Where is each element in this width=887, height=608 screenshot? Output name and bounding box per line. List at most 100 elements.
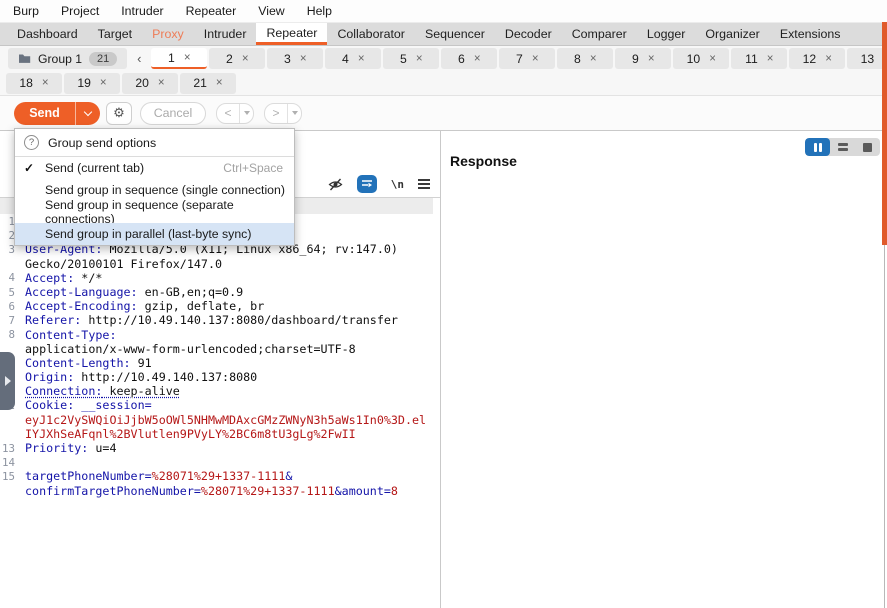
tab-organizer[interactable]: Organizer xyxy=(695,23,769,45)
repeater-tab-12[interactable]: 12× xyxy=(789,48,845,69)
repeater-tab-18[interactable]: 18× xyxy=(6,73,62,94)
line-number: 5 xyxy=(0,286,18,299)
repeater-tab-6[interactable]: 6× xyxy=(441,48,497,69)
forward-button[interactable]: > xyxy=(264,103,302,124)
scrollbar-track[interactable] xyxy=(884,245,885,608)
close-icon[interactable]: × xyxy=(767,53,774,65)
close-icon[interactable]: × xyxy=(358,53,365,65)
forward-history-dropdown[interactable] xyxy=(287,104,301,123)
repeater-tab-21[interactable]: 21× xyxy=(180,73,236,94)
request-line: 7Referer: http://10.49.140.137:8080/dash… xyxy=(0,313,440,327)
send-label: Send xyxy=(14,106,75,120)
request-editor[interactable]: 123User-Agent: Mozilla/5.0 (X11; Linux x… xyxy=(0,214,440,498)
layout-single-button[interactable] xyxy=(855,138,880,156)
repeater-tab-7[interactable]: 7× xyxy=(499,48,555,69)
show-newlines-toggle[interactable]: \n xyxy=(391,178,404,191)
menu-intruder[interactable]: Intruder xyxy=(110,0,174,22)
close-icon[interactable]: × xyxy=(300,53,307,65)
repeater-tab-19[interactable]: 19× xyxy=(64,73,120,94)
repeater-tab-3[interactable]: 3× xyxy=(267,48,323,69)
close-icon[interactable]: × xyxy=(158,77,165,89)
group-collapse-button[interactable]: ‹ xyxy=(131,51,147,66)
repeater-tab-1[interactable]: 1× xyxy=(151,48,207,69)
request-line: application/x-www-form-urlencoded;charse… xyxy=(0,342,440,356)
help-icon[interactable]: ? xyxy=(24,135,39,150)
check-icon: ✓ xyxy=(24,161,34,175)
repeater-tab-9[interactable]: 9× xyxy=(615,48,671,69)
close-icon[interactable]: × xyxy=(709,53,716,65)
line-content: Accept-Language: en-GB,en;q=0.9 xyxy=(18,285,243,299)
line-content: IYJXhSeAFqnl%2BVlutlen9PVyLY%2BC6m8tU3gL… xyxy=(18,427,356,441)
close-icon[interactable]: × xyxy=(100,77,107,89)
repeater-tab-8[interactable]: 8× xyxy=(557,48,613,69)
request-line: 14 xyxy=(0,455,440,469)
menu-item-3[interactable]: Send group in sequence (separate connect… xyxy=(15,201,294,223)
close-icon[interactable]: × xyxy=(42,77,49,89)
tab-repeater[interactable]: Repeater xyxy=(256,23,327,45)
word-wrap-toggle[interactable] xyxy=(357,175,377,193)
line-content: Origin: http://10.49.140.137:8080 xyxy=(18,370,257,384)
close-icon[interactable]: × xyxy=(216,77,223,89)
request-line: 6Accept-Encoding: gzip, deflate, br xyxy=(0,299,440,313)
editor-menu-icon[interactable] xyxy=(418,179,430,189)
back-history-dropdown[interactable] xyxy=(239,104,253,123)
repeater-tab-2[interactable]: 2× xyxy=(209,48,265,69)
tab-proxy[interactable]: Proxy xyxy=(142,23,194,45)
menu-item-4[interactable]: Send group in parallel (last-byte sync) xyxy=(15,223,294,245)
repeater-tabrow-2: 18×19×20×21× xyxy=(0,71,887,96)
settings-button[interactable]: ⚙ xyxy=(106,102,132,125)
scrollbar-thumb[interactable] xyxy=(882,22,887,245)
triangle-down-icon xyxy=(244,111,250,115)
repeater-tab-11[interactable]: 11× xyxy=(731,48,787,69)
tab-target[interactable]: Target xyxy=(88,23,142,45)
send-options-dropdown-button[interactable] xyxy=(75,102,100,125)
send-button[interactable]: Send xyxy=(14,102,100,125)
hide-nonprintable-icon[interactable] xyxy=(328,178,343,191)
line-number: 14 xyxy=(0,456,18,469)
layout-columns-button[interactable] xyxy=(805,138,830,156)
repeater-tab-5[interactable]: 5× xyxy=(383,48,439,69)
request-line: confirmTargetPhoneNumber=%28071%29+1337-… xyxy=(0,484,440,498)
menu-item-1[interactable]: ✓Send (current tab)Ctrl+Space xyxy=(15,157,294,179)
close-icon[interactable]: × xyxy=(242,53,249,65)
layout-rows-button[interactable] xyxy=(830,138,855,156)
tab-intruder[interactable]: Intruder xyxy=(194,23,257,45)
cancel-button[interactable]: Cancel xyxy=(140,102,206,125)
repeater-tab-10[interactable]: 10× xyxy=(673,48,729,69)
tab-extensions[interactable]: Extensions xyxy=(770,23,851,45)
close-icon[interactable]: × xyxy=(590,53,597,65)
tab-dashboard[interactable]: Dashboard xyxy=(7,23,88,45)
menu-help[interactable]: Help xyxy=(296,0,343,22)
request-line: 10Origin: http://10.49.140.137:8080 xyxy=(0,370,440,384)
close-icon[interactable]: × xyxy=(184,52,191,64)
send-options-menu-header: ? Group send options xyxy=(15,129,294,157)
tab-number: 13 xyxy=(861,52,875,66)
tab-comparer[interactable]: Comparer xyxy=(562,23,637,45)
tab-group-1[interactable]: Group 1 21 xyxy=(8,48,127,69)
request-line: 11Connection: keep-alive xyxy=(0,384,440,398)
menu-view[interactable]: View xyxy=(247,0,295,22)
tab-collaborator[interactable]: Collaborator xyxy=(327,23,415,45)
repeater-tab-20[interactable]: 20× xyxy=(122,73,178,94)
back-button[interactable]: < xyxy=(216,103,254,124)
close-icon[interactable]: × xyxy=(648,53,655,65)
close-icon[interactable]: × xyxy=(825,53,832,65)
close-icon[interactable]: × xyxy=(416,53,423,65)
sidebar-expand-handle[interactable] xyxy=(0,352,15,410)
menu-repeater[interactable]: Repeater xyxy=(175,0,248,22)
response-title: Response xyxy=(450,153,517,169)
response-panel[interactable]: Response xyxy=(441,131,887,608)
tab-sequencer[interactable]: Sequencer xyxy=(415,23,495,45)
close-icon[interactable]: × xyxy=(474,53,481,65)
tab-logger[interactable]: Logger xyxy=(637,23,696,45)
triangle-down-icon xyxy=(292,111,298,115)
menu-burp[interactable]: Burp xyxy=(2,0,50,22)
line-number: 7 xyxy=(0,314,18,327)
line-content: confirmTargetPhoneNumber=%28071%29+1337-… xyxy=(18,484,398,498)
repeater-tab-4[interactable]: 4× xyxy=(325,48,381,69)
tab-decoder[interactable]: Decoder xyxy=(495,23,562,45)
line-number: 13 xyxy=(0,442,18,455)
request-line: IYJXhSeAFqnl%2BVlutlen9PVyLY%2BC6m8tU3gL… xyxy=(0,427,440,441)
menu-project[interactable]: Project xyxy=(50,0,110,22)
close-icon[interactable]: × xyxy=(532,53,539,65)
